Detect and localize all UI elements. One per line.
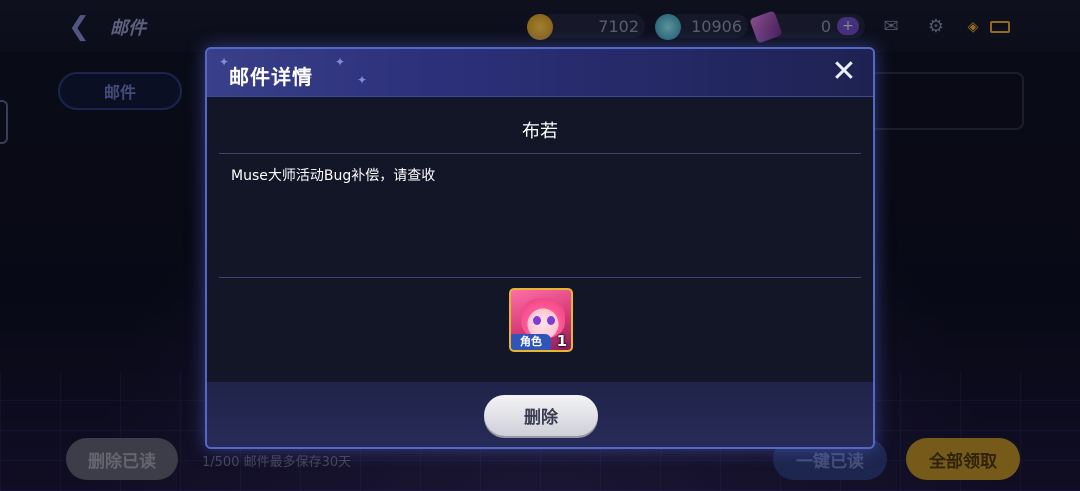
- mail-detail-dialog: ✦ ✦ ✦ ✦ 邮件详情 ✕ 布若 Muse大师活动Bug补偿，请查收 角色 1…: [205, 47, 875, 449]
- sparkle-icon: ✦: [219, 55, 230, 69]
- portrait-eye: [547, 316, 555, 325]
- reward-item[interactable]: 角色 1: [509, 288, 573, 352]
- mail-message: Muse大师活动Bug补偿，请查收: [231, 168, 436, 184]
- reward-count: 1: [556, 332, 567, 350]
- delete-button[interactable]: 删除: [484, 395, 598, 436]
- dialog-header: ✦ ✦ ✦ ✦ 邮件详情 ✕: [207, 49, 873, 97]
- divider: [219, 153, 861, 154]
- divider: [219, 277, 861, 278]
- dialog-title: 邮件详情: [229, 65, 313, 89]
- sparkle-icon: ✦: [357, 73, 368, 87]
- sparkle-icon: ✦: [335, 55, 346, 69]
- reward-type-label: 角色: [511, 334, 551, 350]
- portrait-eye: [533, 316, 541, 325]
- dialog-footer: 删除: [207, 382, 873, 447]
- close-icon[interactable]: ✕: [829, 57, 859, 88]
- mail-sender: 布若: [522, 121, 558, 142]
